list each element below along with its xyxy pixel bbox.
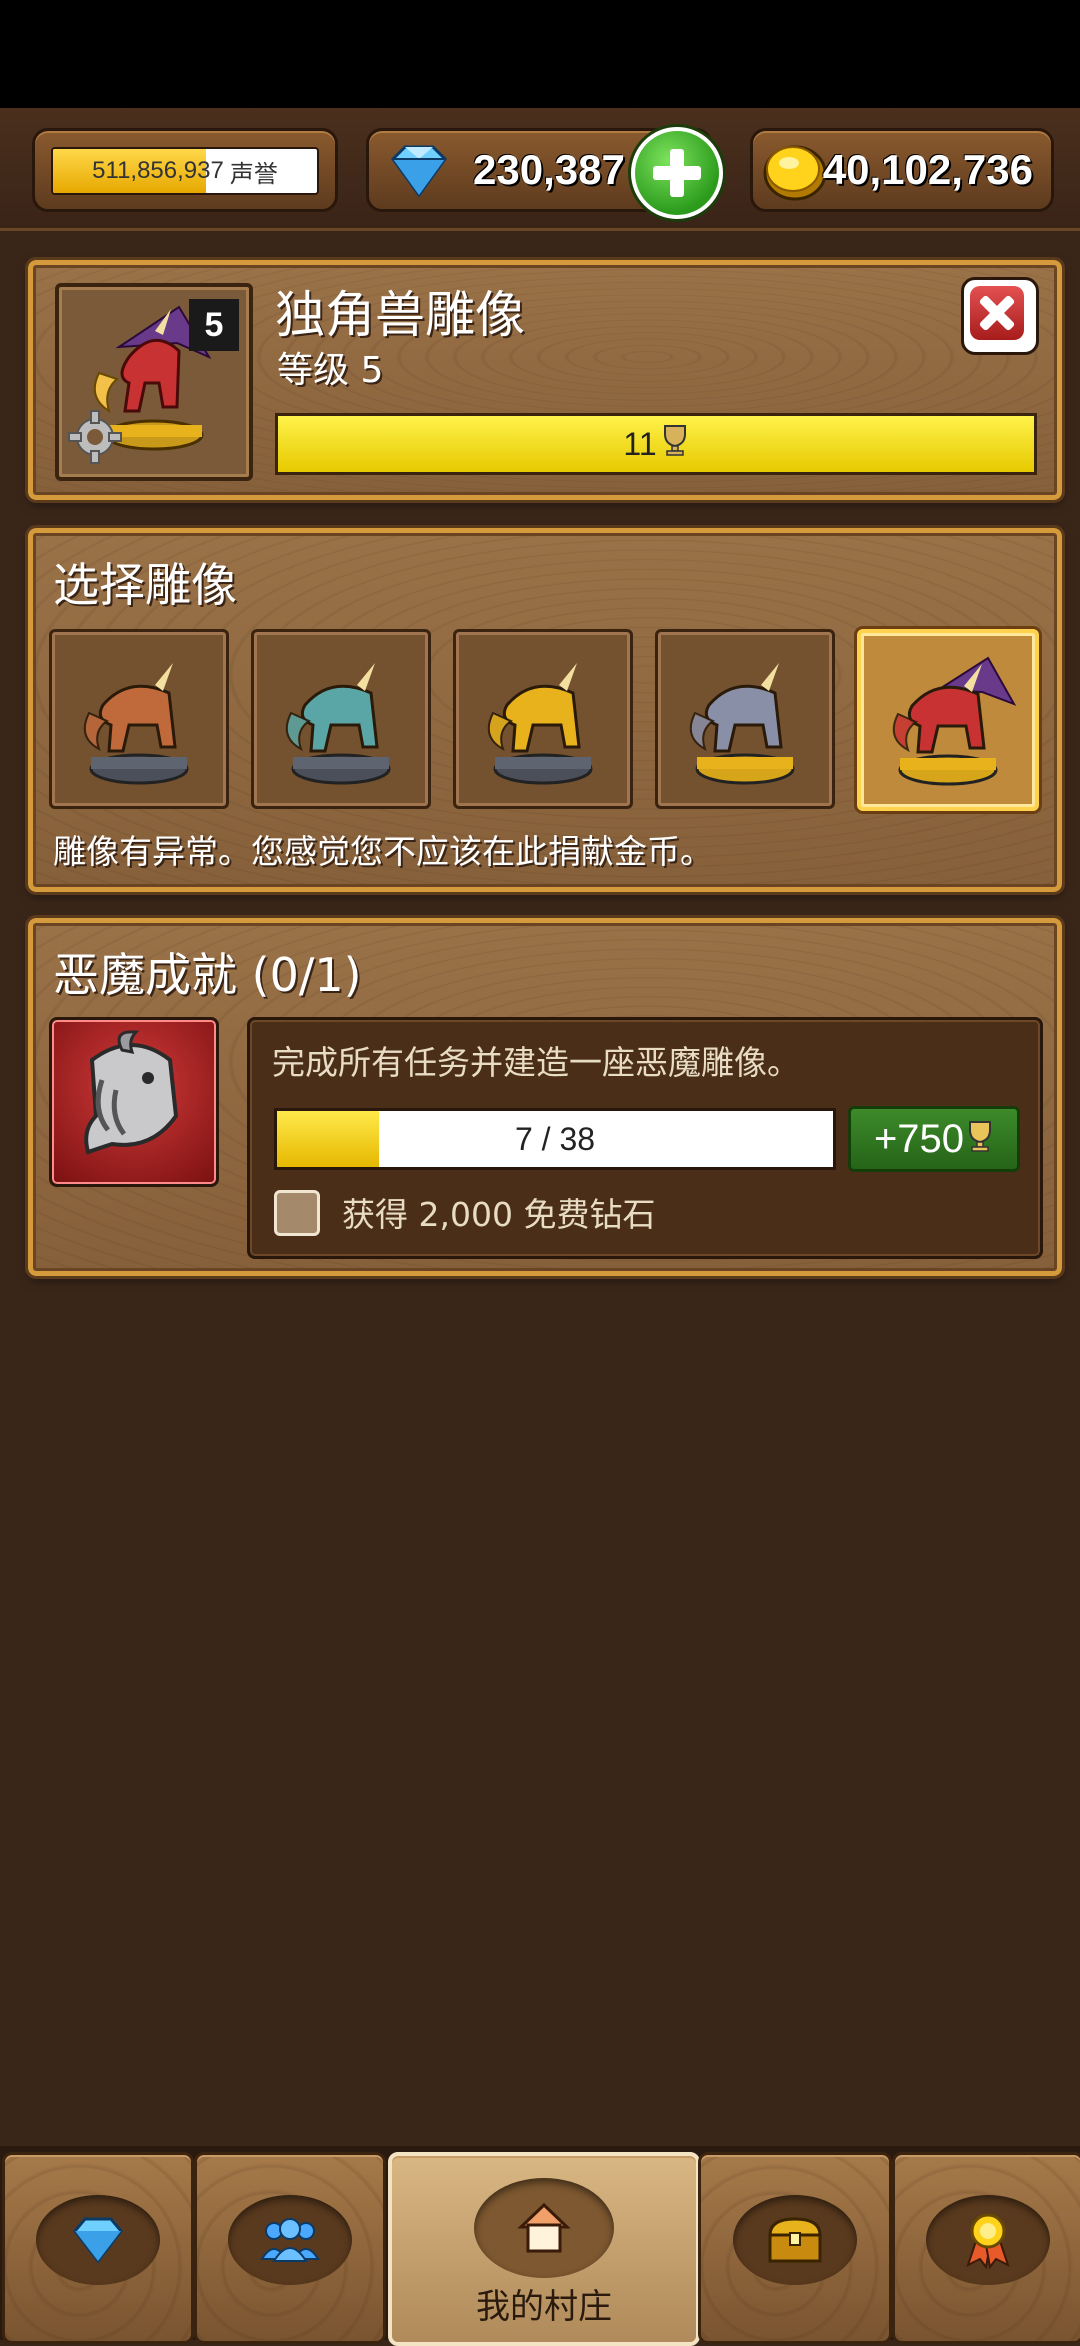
silver-unicorn-statue-image xyxy=(689,663,795,785)
gold-unicorn-statue-image xyxy=(487,663,593,785)
select-statue-panel: 选择雕像 雕像有异常。您感觉您不应该在此捐献金币。 xyxy=(25,525,1065,895)
gear-icon[interactable] xyxy=(65,407,125,471)
treasure-chest-icon xyxy=(768,2217,822,2263)
achievement-panel: 恶魔成就 (0/1) 完成所有任务并建造一座恶魔雕像。 7 / 38 +750 … xyxy=(25,915,1065,1279)
achievement-description: 完成所有任务并建造一座恶魔雕像。 xyxy=(272,1043,800,1082)
free-diamonds-label: 获得 2,000 免费钻石 xyxy=(342,1195,656,1234)
select-statue-title: 选择雕像 xyxy=(53,558,237,612)
achievement-details: 完成所有任务并建造一座恶魔雕像。 7 / 38 +750 获得 2,000 免费… xyxy=(247,1017,1043,1259)
add-gems-button[interactable] xyxy=(631,127,723,219)
statue-option-demon-unicorn[interactable] xyxy=(857,629,1039,811)
nav-label-my-village: 我的村庄 xyxy=(476,2287,612,2327)
diamond-icon xyxy=(379,141,459,205)
gold-display: 40,102,736 xyxy=(750,128,1054,212)
diamond-icon xyxy=(73,2217,123,2264)
home-icon xyxy=(517,2202,571,2253)
status-bar xyxy=(0,0,1080,108)
level-badge: 5 xyxy=(189,299,239,351)
gold-coin-icon xyxy=(759,139,831,207)
medal-icon xyxy=(966,2213,1010,2269)
reward-amount: +750 xyxy=(873,1116,965,1161)
statue-level: 等级 5 xyxy=(277,350,384,391)
statue-option-gold-unicorn[interactable] xyxy=(453,629,633,809)
nav-tab-chest[interactable] xyxy=(698,2152,892,2344)
achievement-progress-bar: 7 / 38 xyxy=(274,1108,836,1170)
statue-portrait[interactable]: 5 xyxy=(55,283,253,481)
reputation-label: 声誉 xyxy=(229,160,278,188)
free-diamonds-checkbox[interactable] xyxy=(274,1190,320,1236)
achievement-progress-text: 7 / 38 xyxy=(514,1120,596,1157)
achievement-reward: +750 xyxy=(848,1106,1020,1172)
trophy-icon xyxy=(966,1117,994,1162)
close-icon xyxy=(970,286,1024,340)
gold-amount: 40,102,736 xyxy=(822,146,1033,193)
statue-option-teal-unicorn[interactable] xyxy=(251,629,431,809)
gems-amount: 230,387 xyxy=(473,146,625,193)
statue-options xyxy=(49,629,1039,811)
statue-option-bronze-unicorn[interactable] xyxy=(49,629,229,809)
trophy-progress-bar: 11 xyxy=(275,413,1037,475)
statue-info-panel: 5 独角兽雕像 等级 5 11 xyxy=(25,257,1065,503)
gems-display: 230,387 xyxy=(366,127,723,219)
nav-tab-shop[interactable] xyxy=(2,2152,194,2344)
reputation-bar: 511,856,937 声誉 xyxy=(51,147,319,195)
trophy-count: 11 xyxy=(623,425,657,462)
people-icon xyxy=(260,2218,320,2262)
bronze-unicorn-statue-image xyxy=(83,663,189,785)
statue-name: 独角兽雕像 xyxy=(275,286,525,344)
reputation-value: 511,856,937 xyxy=(92,157,224,184)
statue-description: 雕像有异常。您感觉您不应该在此捐献金币。 xyxy=(53,832,713,871)
demon-unicorn-statue-image xyxy=(892,656,1017,786)
nav-tab-my-village[interactable]: 我的村庄 xyxy=(388,2152,700,2346)
achievement-title: 恶魔成就 (0/1) xyxy=(53,948,362,1002)
resource-bar: 511,856,937 声誉 230,387 40,102,736 xyxy=(0,108,1080,231)
trophy-icon xyxy=(661,424,689,464)
nav-tab-achievements[interactable] xyxy=(892,2152,1080,2344)
demon-achievement-icon xyxy=(49,1017,219,1187)
nav-tab-friends[interactable] xyxy=(194,2152,386,2344)
teal-unicorn-statue-image xyxy=(285,663,391,785)
statue-option-silver-unicorn[interactable] xyxy=(655,629,835,809)
bottom-navigation: 我的村庄 xyxy=(0,2146,1080,2346)
reputation-display[interactable]: 511,856,937 声誉 xyxy=(32,128,338,212)
close-button[interactable] xyxy=(961,277,1039,355)
